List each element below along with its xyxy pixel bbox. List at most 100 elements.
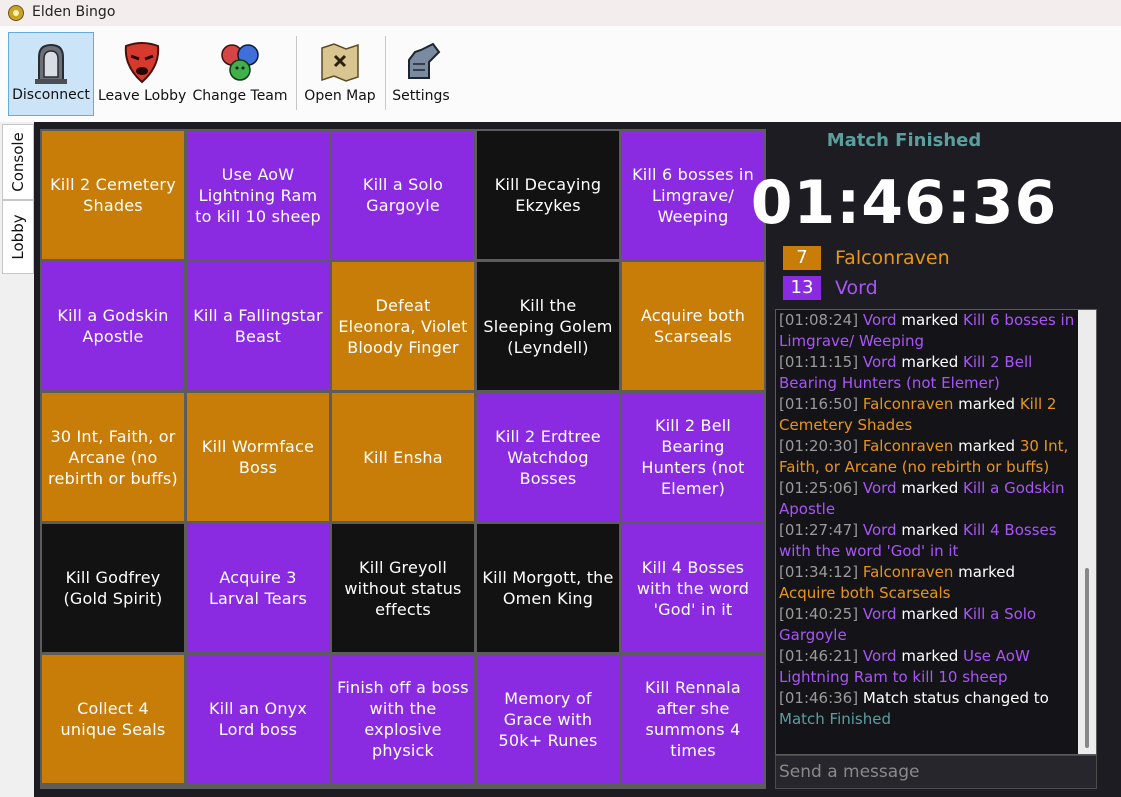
log-goal: Match Finished xyxy=(779,710,891,728)
bingo-cell[interactable]: Acquire both Scarseals xyxy=(622,262,764,390)
gauntlet-icon xyxy=(408,42,441,79)
log-entry: [01:08:24] Vord marked Kill 6 bosses in … xyxy=(776,310,1096,352)
tab-lobby-label: Lobby xyxy=(9,214,27,260)
app-logo-icon xyxy=(8,5,24,21)
side-tabs: Console Lobby xyxy=(0,122,34,797)
bingo-board: Kill 2 Cemetery Shades Use AoW Lightning … xyxy=(40,129,766,789)
team-faces-icon xyxy=(221,44,259,81)
bingo-cell[interactable]: Kill an Onyx Lord boss xyxy=(187,655,329,783)
change-team-button[interactable]: Change Team xyxy=(190,32,290,116)
log-action: marked xyxy=(958,563,1016,581)
log-action: marked xyxy=(901,353,959,371)
log-player: Falconraven xyxy=(862,563,954,581)
log-entry: [01:25:06] Vord marked Kill a Godskin Ap… xyxy=(776,478,1096,520)
team-name: Vord xyxy=(835,277,878,299)
log-entry: [01:20:30] Falconraven marked 30 Int, Fa… xyxy=(776,436,1096,478)
log-action: marked xyxy=(901,521,959,539)
log-timestamp: [01:46:21] xyxy=(779,647,859,665)
bingo-cell[interactable]: Kill 2 Bell Bearing Hunters (not Elemer) xyxy=(622,393,764,521)
bingo-cell[interactable]: Use AoW Lightning Ram to kill 10 sheep xyxy=(187,131,329,259)
log-action: marked xyxy=(901,311,959,329)
toolbar-separator xyxy=(385,36,386,110)
map-icon xyxy=(321,43,359,82)
bingo-cell[interactable]: Kill 4 Bosses with the word 'God' in it xyxy=(622,524,764,652)
change-team-label: Change Team xyxy=(192,88,288,104)
bingo-cell[interactable]: Kill Wormface Boss xyxy=(187,393,329,521)
chat-message-input[interactable] xyxy=(775,755,1097,789)
bingo-cell[interactable]: Memory of Grace with 50k+ Runes xyxy=(477,655,619,783)
log-timestamp: [01:16:50] xyxy=(779,395,859,413)
log-action: marked xyxy=(901,479,959,497)
open-map-label: Open Map xyxy=(304,88,376,104)
log-player: Vord xyxy=(862,311,897,329)
log-timestamp: [01:20:30] xyxy=(779,437,859,455)
tab-lobby[interactable]: Lobby xyxy=(2,200,34,274)
bingo-cell[interactable]: Kill Ensha xyxy=(332,393,474,521)
log-player: Vord xyxy=(862,605,897,623)
bingo-cell[interactable]: Kill Godfrey (Gold Spirit) xyxy=(42,524,184,652)
tombstone-icon xyxy=(35,43,67,84)
log-action: marked xyxy=(901,647,959,665)
bingo-cell[interactable]: Kill a Solo Gargoyle xyxy=(332,131,474,259)
settings-label: Settings xyxy=(392,88,450,104)
tab-console-label: Console xyxy=(9,132,27,192)
bingo-cell[interactable]: Kill Morgott, the Omen King xyxy=(477,524,619,652)
bingo-cell[interactable]: Kill a Fallingstar Beast xyxy=(187,262,329,390)
log-action: marked xyxy=(958,395,1016,413)
bingo-cell[interactable]: 30 Int, Faith, or Arcane (no rebirth or … xyxy=(42,393,184,521)
bingo-cell[interactable]: Kill 2 Erdtree Watchdog Bosses xyxy=(477,393,619,521)
bingo-cell[interactable]: Acquire 3 Larval Tears xyxy=(187,524,329,652)
scroll-thumb[interactable] xyxy=(1085,568,1089,748)
bingo-cell[interactable]: Kill Decaying Ekzykes xyxy=(477,131,619,259)
log-timestamp: [01:08:24] xyxy=(779,311,859,329)
team-name: Falconraven xyxy=(835,247,950,269)
log-timestamp: [01:46:36] xyxy=(779,689,859,707)
log-player: Vord xyxy=(862,521,897,539)
leave-lobby-label: Leave Lobby xyxy=(98,88,187,104)
log-player: Vord xyxy=(862,647,897,665)
bingo-cell[interactable]: Defeat Eleonora, Violet Bloody Finger xyxy=(332,262,474,390)
log-entry: [01:46:36] Match status changed to Match… xyxy=(776,688,1096,730)
bingo-cell[interactable]: Kill Greyoll without status effects xyxy=(332,524,474,652)
log-player: Falconraven xyxy=(862,395,954,413)
log-action: Match status changed to xyxy=(862,689,1049,707)
title-bar: Elden Bingo xyxy=(0,0,1121,26)
log-timestamp: [01:11:15] xyxy=(779,353,859,371)
bingo-cell[interactable]: Kill the Sleeping Golem (Leyndell) xyxy=(477,262,619,390)
disconnect-button[interactable]: Disconnect xyxy=(8,32,94,116)
log-entry: [01:11:15] Vord marked Kill 2 Bell Beari… xyxy=(776,352,1096,394)
bingo-cell[interactable]: Kill 2 Cemetery Shades xyxy=(42,131,184,259)
log-action: marked xyxy=(901,605,959,623)
log-entry: [01:40:25] Vord marked Kill a Solo Gargo… xyxy=(776,604,1096,646)
log-entry: [01:34:12] Falconraven marked Acquire bo… xyxy=(776,562,1096,604)
log-action: marked xyxy=(958,437,1016,455)
open-map-button[interactable]: Open Map xyxy=(300,32,380,116)
log-player: Falconraven xyxy=(862,437,954,455)
score-box: 7 xyxy=(783,246,821,270)
log-entry: [01:27:47] Vord marked Kill 4 Bosses wit… xyxy=(776,520,1096,562)
score-box: 13 xyxy=(783,276,821,300)
log-timestamp: [01:40:25] xyxy=(779,605,859,623)
disconnect-label: Disconnect xyxy=(12,87,90,103)
log-entry: [01:16:50] Falconraven marked Kill 2 Cem… xyxy=(776,394,1096,436)
toolbar-separator xyxy=(296,36,297,110)
bingo-cell[interactable]: Finish off a boss with the explosive phy… xyxy=(332,655,474,783)
log-entry: [01:46:21] Vord marked Use AoW Lightning… xyxy=(776,646,1096,688)
log-timestamp: [01:34:12] xyxy=(779,563,859,581)
log-player: Vord xyxy=(862,353,897,371)
leave-lobby-button[interactable]: Leave Lobby xyxy=(98,32,186,116)
match-log[interactable]: [01:08:24] Vord marked Kill 6 bosses in … xyxy=(775,309,1097,755)
log-scrollbar[interactable] xyxy=(1078,310,1096,754)
angry-mask-icon xyxy=(124,42,160,84)
log-player: Vord xyxy=(862,479,897,497)
bingo-cell[interactable]: Kill Rennala after she summons 4 times xyxy=(622,655,764,783)
bingo-cell[interactable]: Collect 4 unique Seals xyxy=(42,655,184,783)
match-timer: 01:46:36 xyxy=(750,168,1058,238)
window-title: Elden Bingo xyxy=(32,4,116,20)
tab-console[interactable]: Console xyxy=(2,124,34,200)
settings-button[interactable]: Settings xyxy=(389,32,453,116)
bingo-cell[interactable]: Kill a Godskin Apostle xyxy=(42,262,184,390)
log-goal: Acquire both Scarseals xyxy=(779,584,951,602)
toolbar: Disconnect Leave Lobby Change Team Open … xyxy=(0,26,1121,122)
match-status: Match Finished xyxy=(826,130,982,151)
